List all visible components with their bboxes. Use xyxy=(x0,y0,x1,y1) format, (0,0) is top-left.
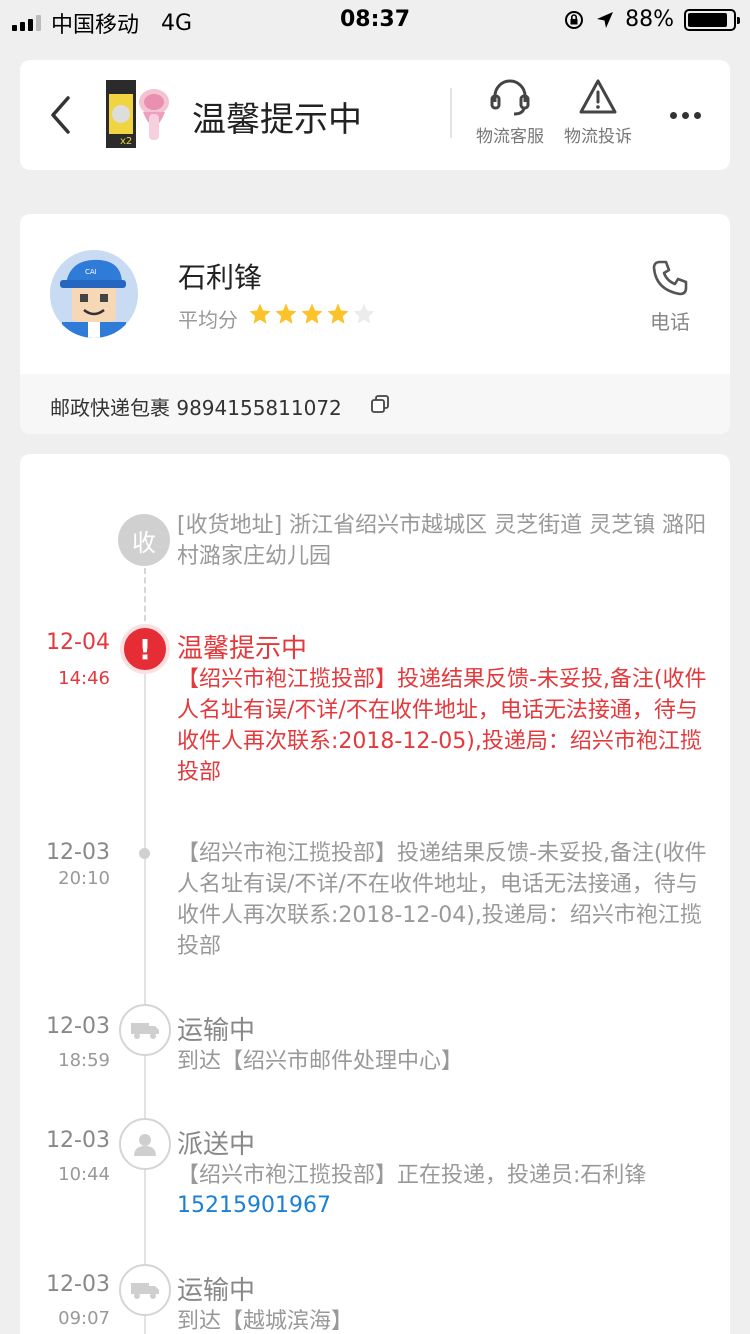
truck-icon xyxy=(119,1004,171,1056)
event-detail: 【绍兴市袍江揽投部】投递结果反馈-未妥投,备注(收件人名址有误/不详/不在收件地… xyxy=(177,667,707,785)
courier-name: 石利锋 xyxy=(178,261,263,294)
event-detail: 到达【绍兴市邮件处理中心】 xyxy=(177,1049,464,1074)
more-menu-icon[interactable] xyxy=(670,112,701,119)
tracking-timeline: 收 [收货地址] 浙江省绍兴市越城区 灵芝街道 灵芝镇 潞阳村潞家庄幼儿园 12… xyxy=(20,454,730,1334)
event-detail: 到达【越城滨海】 xyxy=(177,1309,354,1334)
courier-phone-link[interactable]: 15215901967 xyxy=(177,1190,717,1221)
warning-icon xyxy=(579,79,617,114)
truck-icon xyxy=(119,1264,171,1316)
logistics-service-label: 物流客服 xyxy=(476,127,544,147)
phone-icon xyxy=(652,260,688,296)
svg-text:x2: x2 xyxy=(120,136,132,147)
star-icon xyxy=(353,303,375,324)
logistics-complaint-label: 物流投诉 xyxy=(564,127,632,147)
timeline-dot xyxy=(139,848,150,859)
timeline-connector xyxy=(144,670,146,1334)
rating-label: 平均分 xyxy=(178,308,238,332)
star-icon xyxy=(249,303,271,324)
package-tracking-number: 邮政快递包裹 9894155811072 xyxy=(50,396,342,420)
event-title: 运输中 xyxy=(177,1276,256,1306)
headset-icon xyxy=(490,79,530,116)
delivery-address: [收货地址] 浙江省绍兴市越城区 灵芝街道 灵芝镇 潞阳村潞家庄幼儿园 xyxy=(177,513,707,569)
svg-text:CAI: CAI xyxy=(85,268,97,276)
courier-avatar[interactable]: CAI xyxy=(50,250,138,338)
header-bar: x2 温馨提示中 物流客服 物流投诉 xyxy=(20,60,730,170)
courier-person-icon xyxy=(119,1118,171,1170)
address-badge: 收 xyxy=(118,514,170,566)
star-icon xyxy=(327,303,349,324)
event-title: 温馨提示中 xyxy=(177,634,308,664)
courier-card: CAI 石利锋 平均分 电话 邮政快递包裹 9894155811072 xyxy=(20,214,730,434)
event-time: 09:07 xyxy=(58,1308,110,1329)
star-icon xyxy=(301,303,323,324)
event-title: 运输中 xyxy=(177,1016,256,1046)
page-title: 温馨提示中 xyxy=(192,100,362,140)
event-date: 12-03 xyxy=(46,1014,110,1039)
rating-stars xyxy=(248,302,376,326)
event-title: 派送中 xyxy=(177,1130,256,1160)
call-label: 电话 xyxy=(650,310,690,334)
logistics-complaint-button[interactable]: 物流投诉 xyxy=(553,78,643,147)
event-detail: 【绍兴市袍江揽投部】投递结果反馈-未妥投,备注(收件人名址有误/不详/不在收件地… xyxy=(177,841,707,959)
location-arrow-icon xyxy=(597,11,614,28)
alert-icon: ! xyxy=(120,624,170,674)
event-time: 20:10 xyxy=(58,868,110,889)
event-time: 18:59 xyxy=(58,1050,110,1071)
battery-percent: 88% xyxy=(625,7,674,32)
event-time: 10:44 xyxy=(58,1164,110,1185)
status-bar: 中国移动 4G 08:37 88% xyxy=(0,0,750,40)
product-thumbnail[interactable]: x2 xyxy=(106,80,172,148)
logistics-service-button[interactable]: 物流客服 xyxy=(465,78,555,147)
back-chevron-icon[interactable] xyxy=(46,92,76,138)
event-date: 12-03 xyxy=(46,840,110,865)
event-time: 14:46 xyxy=(58,668,110,689)
copy-icon[interactable] xyxy=(370,394,390,414)
event-date: 12-03 xyxy=(46,1272,110,1297)
battery-icon xyxy=(684,8,740,31)
call-button[interactable]: 电话 xyxy=(640,258,700,335)
divider xyxy=(450,88,452,138)
orientation-lock-icon xyxy=(565,10,584,29)
event-date: 12-03 xyxy=(46,1128,110,1153)
package-info-bar: 邮政快递包裹 9894155811072 xyxy=(20,374,730,434)
event-date: 12-04 xyxy=(46,630,110,655)
star-icon xyxy=(275,303,297,324)
event-detail: 【绍兴市袍江揽投部】正在投递，投递员:石利锋 xyxy=(177,1163,647,1188)
